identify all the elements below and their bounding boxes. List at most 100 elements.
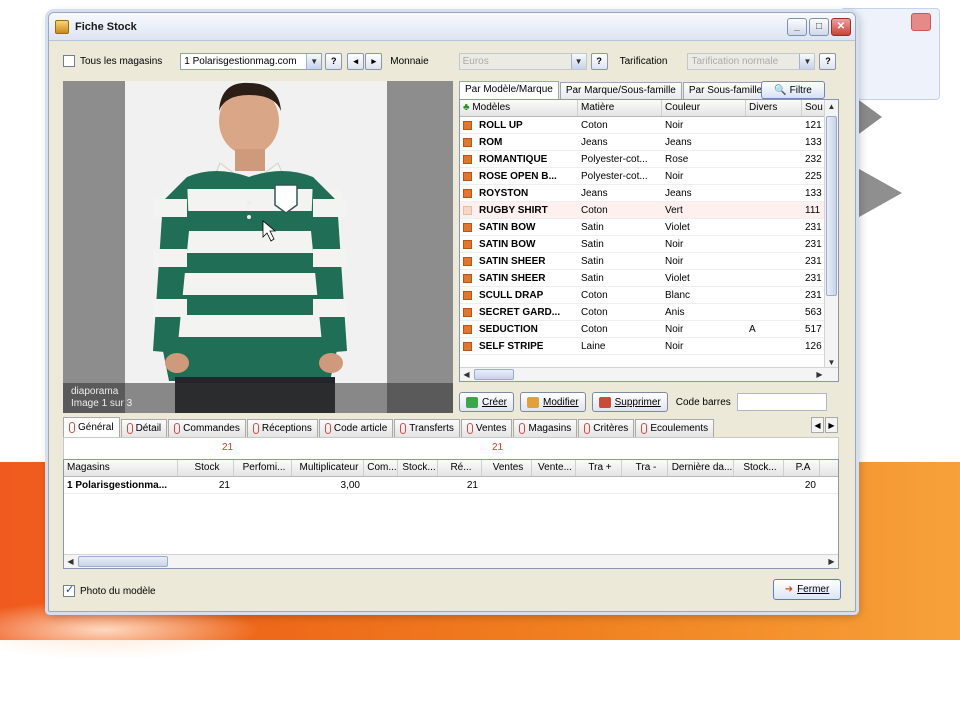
col-divers[interactable]: Divers [746, 100, 802, 116]
scroll-thumb[interactable] [474, 369, 514, 380]
table-row[interactable]: SATIN BOW Satin Violet 231 [460, 219, 838, 236]
minimize-button[interactable]: _ [787, 17, 807, 36]
cell-model-label: SEDUCTION [479, 323, 538, 335]
model-icon [463, 324, 472, 334]
models-grid[interactable]: ♣ Modèles Matière Couleur Divers Sou ROL… [459, 99, 839, 382]
stock-col-header[interactable]: Vente... [532, 460, 576, 476]
slideshow-caption: diaporama Image 1 sur 3 [63, 383, 453, 413]
stock-col-header[interactable]: Ventes [482, 460, 532, 476]
table-row[interactable]: SATIN SHEER Satin Violet 231 [460, 270, 838, 287]
stock-col-header[interactable]: Magasins [64, 460, 178, 476]
all-stores-checkbox[interactable] [63, 55, 75, 67]
models-horizontal-scrollbar[interactable]: ◀ ▶ [460, 367, 838, 381]
col-matiere[interactable]: Matière [578, 100, 662, 116]
scroll-right-icon[interactable]: ▶ [813, 368, 826, 381]
col-sou[interactable]: Sou [802, 100, 826, 116]
table-row[interactable]: ROYSTON Jeans Jeans 133 [460, 185, 838, 202]
table-row[interactable]: SEDUCTION Coton Noir A 517 [460, 321, 838, 338]
table-row[interactable]: SECRET GARD... Coton Anis 563 [460, 304, 838, 321]
tab-code-article[interactable]: Code article [318, 419, 394, 437]
currency-help-button[interactable]: ? [590, 52, 608, 70]
paperclip-icon [466, 423, 473, 434]
window-title: Fiche Stock [75, 20, 137, 33]
stock-col-header[interactable]: Stock... [734, 460, 784, 476]
table-row[interactable]: ROMANTIQUE Polyester-cot... Rose 232 [460, 151, 838, 168]
stock-col-header[interactable]: Tra + [576, 460, 622, 476]
table-row[interactable]: SCULL DRAP Coton Blanc 231 [460, 287, 838, 304]
cell-couleur: Blanc [665, 289, 691, 301]
stock-col-header[interactable]: Stock [178, 460, 234, 476]
cell-couleur: Noir [665, 255, 684, 267]
tab-magasins[interactable]: Magasins [513, 419, 578, 437]
tab-par-modele-marque[interactable]: Par Modèle/Marque [459, 81, 559, 99]
stock-col-header[interactable]: Ré... [438, 460, 482, 476]
table-row[interactable]: ROM Jeans Jeans 133 [460, 134, 838, 151]
tab-scroll-left-icon[interactable]: ◀ [811, 417, 824, 433]
tab-commandes[interactable]: Commandes [168, 419, 246, 437]
tab-par-sous-famille[interactable]: Par Sous-famille/ [682, 82, 772, 99]
close-window-button[interactable]: ➜ Fermer [773, 579, 841, 600]
scroll-left-icon[interactable]: ◀ [64, 555, 77, 568]
stock-col-header[interactable]: Multiplicateur [292, 460, 364, 476]
table-row[interactable]: SATIN BOW Satin Noir 231 [460, 236, 838, 253]
stock-horizontal-scrollbar[interactable]: ◀ ▶ [64, 554, 838, 568]
total-stock: 21 [222, 442, 234, 453]
cell-couleur: Noir [665, 238, 684, 250]
previous-store-button[interactable]: ◂ [347, 52, 365, 70]
scroll-left-icon[interactable]: ◀ [460, 368, 473, 381]
tab-par-marque-sous-famille[interactable]: Par Marque/Sous-famille [559, 82, 682, 99]
close-button[interactable]: ✕ [831, 17, 851, 36]
scroll-up-icon[interactable]: ▲ [825, 100, 838, 113]
table-row[interactable]: SELF STRIPE Laine Noir 126 [460, 338, 838, 355]
store-help-button[interactable]: ? [325, 52, 343, 70]
filter-button-label: Filtre [789, 84, 812, 96]
cell-model-label: SCULL DRAP [479, 289, 544, 301]
col-modeles[interactable]: ♣ Modèles [460, 100, 578, 116]
stock-col-header[interactable]: Dernière da... [668, 460, 734, 476]
stock-col-header[interactable]: Perfomi... [234, 460, 292, 476]
paperclip-icon [641, 423, 648, 434]
stock-col-header[interactable]: Com... [364, 460, 398, 476]
create-button[interactable]: Créer [459, 392, 515, 412]
store-select[interactable]: 1 Polarisgestionmag.com ▼ [180, 52, 323, 70]
filter-button[interactable]: 🔍 Filtre [761, 81, 825, 99]
tab-ventes[interactable]: Ventes [460, 419, 513, 437]
scroll-right-icon[interactable]: ▶ [825, 555, 838, 568]
stock-col-header[interactable]: P.A [784, 460, 820, 476]
cell-matiere: Polyester-cot... [581, 170, 648, 182]
tab-d-tail[interactable]: Détail [120, 419, 168, 437]
table-row[interactable]: SATIN SHEER Satin Noir 231 [460, 253, 838, 270]
table-row[interactable]: ROLL UP Coton Noir 121 [460, 117, 838, 134]
tab-ecoulements[interactable]: Ecoulements [635, 419, 715, 437]
scroll-thumb[interactable] [78, 556, 168, 567]
tab-scroll-right-icon[interactable]: ▶ [825, 417, 838, 433]
table-row[interactable]: RUGBY SHIRT Coton Vert 111 [460, 202, 838, 219]
tab-r-ceptions[interactable]: Réceptions [246, 419, 318, 437]
model-photo[interactable] [125, 81, 387, 413]
pricing-help-button[interactable]: ? [819, 52, 837, 70]
models-vertical-scrollbar[interactable]: ▲ ▼ [824, 100, 838, 381]
photo-checkbox[interactable] [63, 583, 75, 597]
tab-crit-res[interactable]: Critères [578, 419, 635, 437]
cell-sou: 563 [805, 306, 822, 318]
tab-label: Code article [333, 422, 388, 434]
maximize-button[interactable]: □ [809, 17, 829, 36]
title-bar[interactable]: Fiche Stock _ □ ✕ [49, 13, 855, 41]
next-store-button[interactable]: ▸ [365, 52, 383, 70]
stock-col-header[interactable]: Stock... [398, 460, 438, 476]
table-row[interactable]: ROSE OPEN B... Polyester-cot... Noir 225 [460, 168, 838, 185]
currency-select[interactable]: Euros ▼ [458, 52, 587, 70]
modify-button[interactable]: Modifier [520, 392, 586, 412]
delete-button[interactable]: Supprimer [591, 392, 668, 412]
model-icon [463, 137, 472, 147]
scroll-thumb[interactable] [826, 116, 837, 296]
stock-col-header[interactable]: Tra - [622, 460, 668, 476]
tab-transferts[interactable]: Transferts [394, 419, 460, 437]
model-icon [463, 307, 472, 317]
table-row[interactable]: 1 Polarisgestionma... 21 3,00 21 20 [64, 477, 838, 494]
pricing-select[interactable]: Tarification normale ▼ [687, 52, 816, 70]
stock-grid[interactable]: Magasins Stock Perfomi... Multiplicateur Com… [63, 459, 839, 569]
barcode-input[interactable] [736, 393, 827, 411]
col-couleur[interactable]: Couleur [662, 100, 746, 116]
tab-g-n-ral[interactable]: Général [63, 417, 120, 437]
